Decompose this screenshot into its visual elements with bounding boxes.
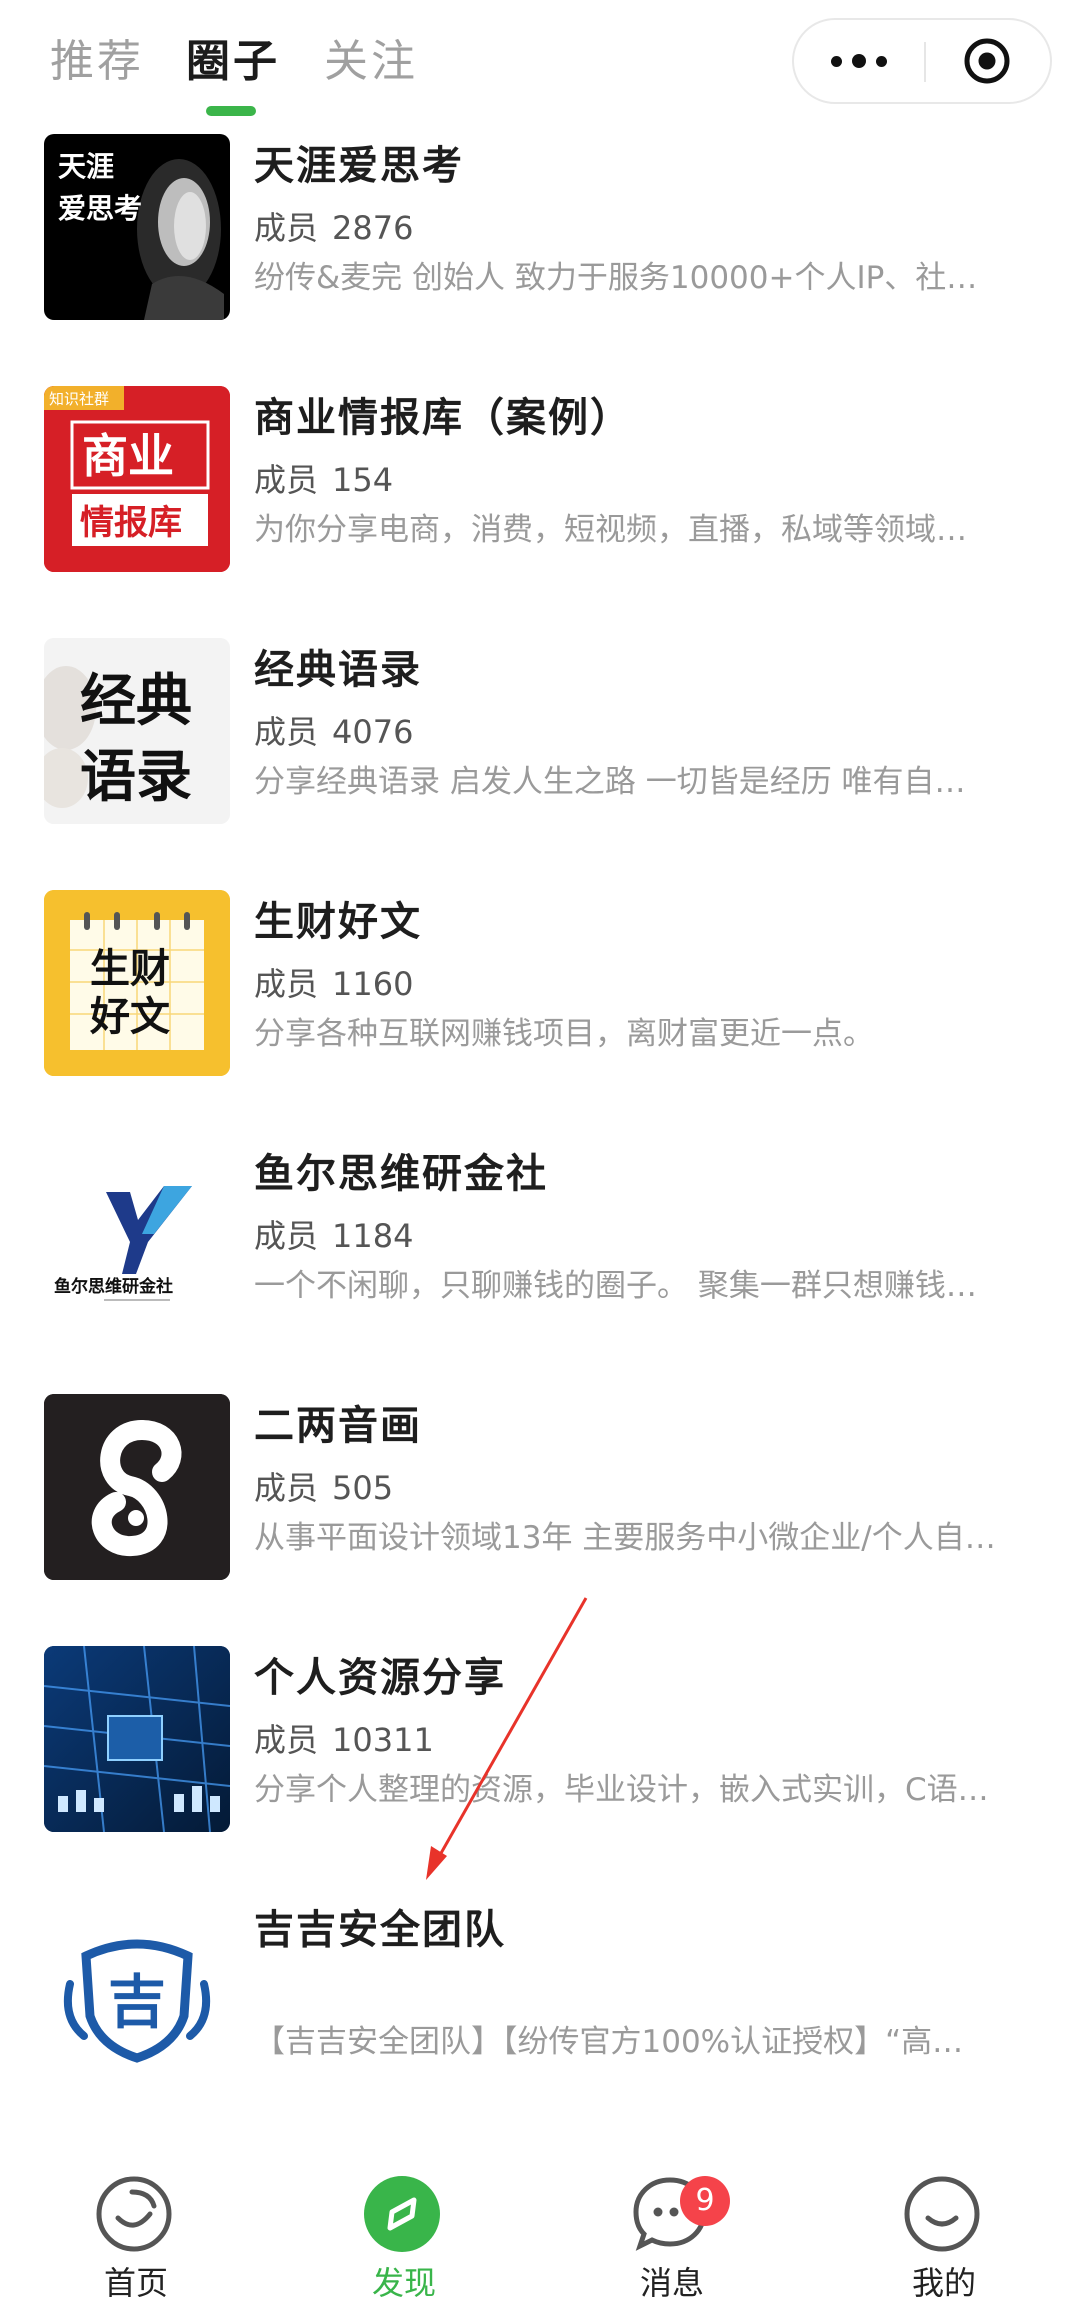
group-thumbnail: 经典 语录 <box>44 638 230 824</box>
list-item[interactable]: 知识社群 商业 情报库 商业情报库（案例） 成员 154 为你分享电商，消费，短视… <box>44 382 1044 572</box>
group-thumbnail: 天涯 爱思考 <box>44 134 230 320</box>
members-label: 成员 <box>254 965 319 1003</box>
group-description: 分享各种互联网赚钱项目，离财富更近一点。 <box>254 1016 874 1052</box>
list-item[interactable]: 生财 好文 生财好文 成员 1160 分享各种互联网赚钱项目，离财富更近一点。 <box>44 886 1044 1076</box>
dot <box>876 55 887 67</box>
list-item[interactable]: 吉 吉吉安全团队 【吉吉安全团队】【纷传官方100%认证授权】“高… <box>44 1894 1044 2084</box>
dot <box>831 55 842 67</box>
group-thumbnail: 生财 好文 <box>44 890 230 1076</box>
members-value: 154 <box>332 461 394 499</box>
group-description: 【吉吉安全团队】【纷传官方100%认证授权】“高… <box>254 2024 964 2060</box>
svg-text:吉: 吉 <box>108 1968 166 2036</box>
group-description: 纷传&麦完 创始人 致力于服务10000+个人IP、社… <box>254 260 978 296</box>
group-description: 分享个人整理的资源，毕业设计，嵌入式实训，C语… <box>254 1772 989 1808</box>
members-value: 10311 <box>332 1721 434 1759</box>
group-name: 商业情报库（案例） <box>254 395 632 441</box>
members-value: 4076 <box>332 713 414 751</box>
member-count <box>254 1964 1054 2012</box>
svg-text:鱼尔思维研金社: 鱼尔思维研金社 <box>54 1276 173 1297</box>
group-name: 天涯爱思考 <box>254 143 464 189</box>
member-count: 成员 10311 <box>254 1712 1054 1760</box>
list-item[interactable]: 二两音画 成员 505 从事平面设计领域13年 主要服务中小微企业/个人自… <box>44 1390 1044 1580</box>
group-thumbnail: 鱼尔思维研金社 <box>44 1142 230 1328</box>
members-label: 成员 <box>254 1469 319 1507</box>
active-tab-indicator <box>206 106 256 116</box>
more-options-button[interactable] <box>794 20 924 102</box>
nav-label: 消息 <box>639 2264 704 2302</box>
compass-icon <box>364 2176 440 2252</box>
group-description: 从事平面设计领域13年 主要服务中小微企业/个人自… <box>254 1520 996 1556</box>
close-miniprogram-icon[interactable] <box>962 36 1012 86</box>
members-value: 1160 <box>332 965 414 1003</box>
miniprogram-capsule <box>792 18 1052 104</box>
nav-profile[interactable]: 我的 <box>844 2150 1044 2304</box>
list-item[interactable]: 鱼尔思维研金社 鱼尔思维研金社 成员 1184 一个不闲聊，只聊赚钱的圈子。 聚集… <box>44 1138 1044 1328</box>
svg-text:经典: 经典 <box>80 669 192 734</box>
list-item[interactable]: 经典 语录 经典语录 成员 4076 分享经典语录 启发人生之路 一切皆是经历 唯… <box>44 634 1044 824</box>
dot <box>852 54 866 68</box>
group-name: 二两音画 <box>254 1403 422 1449</box>
group-thumbnail <box>44 1646 230 1832</box>
group-name: 生财好文 <box>254 899 422 945</box>
tab-following[interactable]: 关注 <box>324 25 418 89</box>
svg-text:商业: 商业 <box>82 429 174 483</box>
list-item[interactable]: 个人资源分享 成员 10311 分享个人整理的资源，毕业设计，嵌入式实训，C语… <box>44 1642 1044 1832</box>
member-count: 成员 1160 <box>254 956 1054 1004</box>
nav-label: 首页 <box>103 2264 168 2302</box>
nav-label: 我的 <box>911 2264 976 2302</box>
capsule-divider <box>924 42 926 82</box>
group-description: 一个不闲聊，只聊赚钱的圈子。 聚集一群只想赚钱… <box>254 1268 977 1304</box>
members-value: 505 <box>332 1469 394 1507</box>
unread-badge: 9 <box>680 2176 730 2226</box>
members-label: 成员 <box>254 1217 319 1255</box>
group-thumbnail: 吉 <box>44 1898 230 2084</box>
member-count: 成员 154 <box>254 452 1054 500</box>
member-count: 成员 4076 <box>254 704 1054 752</box>
member-count: 成员 1184 <box>254 1208 1054 1256</box>
svg-text:知识社群: 知识社群 <box>49 390 109 408</box>
nav-discover[interactable]: 发现 <box>304 2150 504 2304</box>
group-thumbnail <box>44 1394 230 1580</box>
tab-circles[interactable]: 圈子 <box>186 25 280 89</box>
group-name: 经典语录 <box>254 647 422 693</box>
group-description: 分享经典语录 启发人生之路 一切皆是经历 唯有自… <box>254 764 966 800</box>
member-count: 成员 505 <box>254 1460 1054 1508</box>
members-label: 成员 <box>254 713 319 751</box>
group-name: 吉吉安全团队 <box>254 1907 506 1953</box>
members-value: 2876 <box>332 209 414 247</box>
top-tab-bar: 推荐 圈子 关注 <box>0 0 1080 125</box>
svg-text:生财: 生财 <box>90 946 170 992</box>
home-smile-icon <box>96 2176 172 2252</box>
members-value: 1184 <box>332 1217 414 1255</box>
svg-text:爱思考: 爱思考 <box>58 192 142 225</box>
group-thumbnail: 知识社群 商业 情报库 <box>44 386 230 572</box>
nav-label: 发现 <box>371 2264 436 2302</box>
group-description: 为你分享电商，消费，短视频，直播，私域等领域… <box>254 512 967 548</box>
nav-home[interactable]: 首页 <box>36 2150 236 2304</box>
svg-text:天涯: 天涯 <box>58 150 114 183</box>
member-count: 成员 2876 <box>254 200 1054 248</box>
list-item[interactable]: 天涯 爱思考 天涯爱思考 成员 2876 纷传&麦完 创始人 致力于服务10000… <box>44 130 1044 320</box>
svg-text:情报库: 情报库 <box>80 503 182 543</box>
members-label: 成员 <box>254 1721 319 1759</box>
svg-text:语录: 语录 <box>80 745 192 810</box>
bottom-navigation: 首页 发现 9 消息 我的 <box>0 2150 1080 2304</box>
svg-text:好文: 好文 <box>89 994 170 1040</box>
members-label: 成员 <box>254 209 319 247</box>
group-name: 鱼尔思维研金社 <box>254 1151 548 1197</box>
nav-messages[interactable]: 9 消息 <box>572 2150 772 2304</box>
profile-smile-icon <box>904 2176 980 2252</box>
members-label: 成员 <box>254 461 319 499</box>
tab-recommend[interactable]: 推荐 <box>50 25 144 89</box>
group-name: 个人资源分享 <box>254 1655 506 1701</box>
